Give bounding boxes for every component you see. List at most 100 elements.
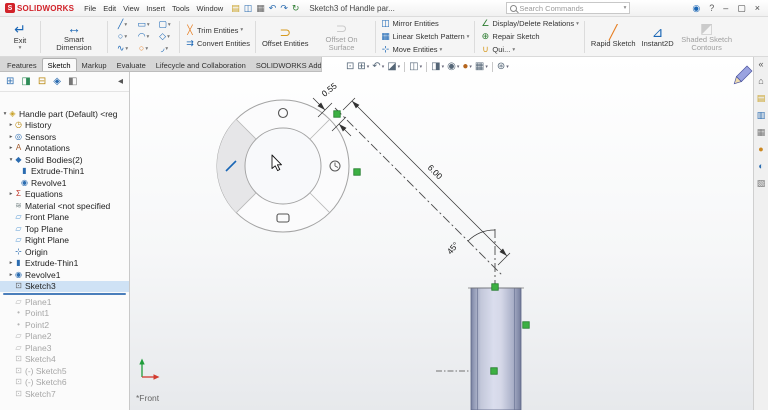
- search-box[interactable]: ▾: [506, 2, 630, 14]
- menu-file[interactable]: File: [81, 2, 99, 15]
- repair-sketch-button[interactable]: ⊕Repair Sketch: [479, 31, 579, 43]
- view-settings-button[interactable]: ⊛▾: [497, 62, 509, 72]
- chevron-down-icon[interactable]: ▾: [485, 64, 488, 70]
- dimxpert-icon[interactable]: ◈: [53, 77, 61, 87]
- display-delete-relations-button[interactable]: ∠Display/Delete Relations▾: [479, 18, 579, 30]
- tree-item-annotations[interactable]: ▸AAnnotations: [0, 143, 129, 155]
- dimension-length-text[interactable]: 6.00: [426, 162, 445, 181]
- arc-tool-button[interactable]: ◠▾: [133, 31, 154, 43]
- chevron-down-icon[interactable]: ▾: [467, 34, 470, 40]
- redo-icon[interactable]: ↷: [280, 4, 288, 13]
- tree-item-sketch4[interactable]: ⊡Sketch4: [0, 354, 129, 366]
- chevron-down-icon[interactable]: ▾: [440, 47, 443, 53]
- ellipse-tool-button[interactable]: ○▾: [133, 43, 154, 55]
- tree-item-history[interactable]: ▸◷History: [0, 120, 129, 132]
- qui-button[interactable]: ∪Qui...▾: [479, 44, 579, 56]
- spline-tool-button[interactable]: ∿▾: [112, 43, 133, 55]
- rebuild-icon[interactable]: ↻: [292, 4, 300, 13]
- tree-item-handle-part-default-reg[interactable]: ▾◈Handle part (Default) <reg: [0, 108, 129, 120]
- tree-item-revolve1[interactable]: ◉Revolve1: [0, 177, 129, 189]
- chevron-down-icon[interactable]: ▾: [576, 21, 579, 27]
- chevron-down-icon[interactable]: ▾: [147, 34, 150, 40]
- zoom-fit-button[interactable]: ⊡: [346, 62, 354, 72]
- menu-view[interactable]: View: [120, 2, 142, 15]
- maximize-icon[interactable]: ▢: [737, 4, 746, 13]
- tree-item-origin[interactable]: ⊹Origin: [0, 246, 129, 258]
- tree-item-sketch3[interactable]: ⊡Sketch3: [0, 281, 129, 293]
- exit-button[interactable]: ↵Exit▾: [4, 21, 36, 52]
- slot-tool-button[interactable]: ▢▾: [154, 19, 175, 31]
- chevron-down-icon[interactable]: ▾: [124, 22, 127, 28]
- search-input[interactable]: [519, 4, 623, 13]
- line-tool-button[interactable]: ╱▾: [112, 19, 133, 31]
- section-view-button[interactable]: ◪▾: [387, 62, 400, 72]
- user-icon[interactable]: ◉: [692, 4, 700, 13]
- cylinder-body[interactable]: [468, 288, 524, 410]
- chevron-left-icon[interactable]: ◂: [118, 77, 123, 87]
- chevron-down-icon[interactable]: ▾: [240, 27, 243, 33]
- chevron-down-icon[interactable]: ▾: [167, 34, 170, 40]
- graphics-area[interactable]: 6.00 0.55 45°: [130, 57, 753, 410]
- view-palette-icon[interactable]: ▦: [757, 128, 766, 137]
- appearance-button[interactable]: ●▾: [462, 62, 472, 72]
- tree-item-plane2[interactable]: ▱Plane2: [0, 331, 129, 343]
- tree-item-extrude-thin1[interactable]: ▮Extrude-Thin1: [0, 166, 129, 178]
- chevron-down-icon[interactable]: ▾: [382, 64, 385, 70]
- chevron-down-icon[interactable]: ▾: [165, 46, 168, 52]
- configuration-manager-icon[interactable]: ⊟: [38, 77, 46, 87]
- save-icon[interactable]: ◫: [244, 4, 253, 13]
- tree-item-plane1[interactable]: ▱Plane1: [0, 296, 129, 308]
- property-manager-icon[interactable]: ◨: [21, 77, 30, 87]
- chevron-down-icon[interactable]: ▾: [168, 22, 171, 28]
- print-icon[interactable]: ▦: [256, 4, 265, 13]
- chevron-down-icon[interactable]: ▾: [624, 5, 627, 11]
- smart-dimension-button[interactable]: ↔Smart Dimension: [45, 20, 103, 54]
- design-library-icon[interactable]: ▤: [757, 94, 766, 103]
- convert-entities-button[interactable]: ⇉Convert Entities: [184, 37, 251, 49]
- scenes-icon[interactable]: ◐: [758, 162, 763, 171]
- rectangle-tool-button[interactable]: ▭▾: [133, 19, 154, 31]
- file-explorer-icon[interactable]: ▥: [757, 111, 766, 120]
- close-icon[interactable]: ×: [755, 4, 760, 13]
- chevron-down-icon[interactable]: ▾: [512, 47, 515, 53]
- chevron-down-icon[interactable]: ▾: [145, 46, 148, 52]
- tab-solidworks-add-ins[interactable]: SOLIDWORKS Add-Ins: [251, 59, 322, 71]
- tree-item-material-not-specified[interactable]: ≋Material <not specified: [0, 200, 129, 212]
- mouse-gesture-wheel[interactable]: [217, 100, 349, 232]
- chevron-down-icon[interactable]: ▾: [19, 45, 22, 51]
- tree-item-equations[interactable]: ▸ΣEquations: [0, 189, 129, 201]
- appearances-icon[interactable]: ●: [758, 145, 763, 154]
- trim-entities-button[interactable]: ╳Trim Entities▾: [184, 24, 251, 36]
- tree-item-plane3[interactable]: ▱Plane3: [0, 342, 129, 354]
- view-orientation-button[interactable]: ◫▾: [409, 62, 422, 72]
- display-style-button[interactable]: ◨▾: [431, 62, 444, 72]
- chevron-down-icon[interactable]: ▾: [469, 64, 472, 70]
- help-icon[interactable]: ?: [709, 4, 714, 13]
- tree-item-sketch7[interactable]: ⊡Sketch7: [0, 388, 129, 400]
- tab-markup[interactable]: Markup: [77, 59, 112, 71]
- undo-icon[interactable]: ↶: [269, 4, 277, 13]
- sketch-canvas[interactable]: 6.00 0.55 45°: [130, 57, 753, 410]
- fillet-tool-button[interactable]: ◞▾: [154, 43, 175, 55]
- tree-item-sensors[interactable]: ▸◎Sensors: [0, 131, 129, 143]
- dimension-width-text[interactable]: 0.55: [320, 80, 339, 98]
- tab-evaluate[interactable]: Evaluate: [112, 59, 151, 71]
- offset-entities-button[interactable]: ⊃Offset Entities: [260, 24, 311, 49]
- confirmation-corner-icon[interactable]: [732, 66, 752, 86]
- dimension-angle[interactable]: [468, 230, 495, 241]
- tree-item-top-plane[interactable]: ▱Top Plane: [0, 223, 129, 235]
- tab-lifecycle-and-collaboration[interactable]: Lifecycle and Collaboration: [151, 59, 251, 71]
- tree-item-solid-bodies-2[interactable]: ▾◆Solid Bodies(2): [0, 154, 129, 166]
- chevron-down-icon[interactable]: ▾: [125, 46, 128, 52]
- custom-properties-icon[interactable]: ▧: [757, 179, 766, 188]
- chevron-down-icon[interactable]: ▾: [367, 64, 370, 70]
- move-entities-button[interactable]: ⊹Move Entities▾: [380, 44, 471, 56]
- chevron-down-icon[interactable]: ▾: [506, 64, 509, 70]
- menu-tools[interactable]: Tools: [169, 2, 193, 15]
- rapid-sketch-button[interactable]: ╱Rapid Sketch: [589, 24, 638, 49]
- linear-sketch-pattern-button[interactable]: ▦Linear Sketch Pattern▾: [380, 31, 471, 43]
- dimension-angle-text[interactable]: 45°: [445, 240, 461, 256]
- tree-item-extrude-thin1[interactable]: ▸▮Extrude-Thin1: [0, 258, 129, 270]
- chevron-down-icon[interactable]: ▾: [398, 64, 401, 70]
- home-icon[interactable]: ⌂: [758, 77, 763, 86]
